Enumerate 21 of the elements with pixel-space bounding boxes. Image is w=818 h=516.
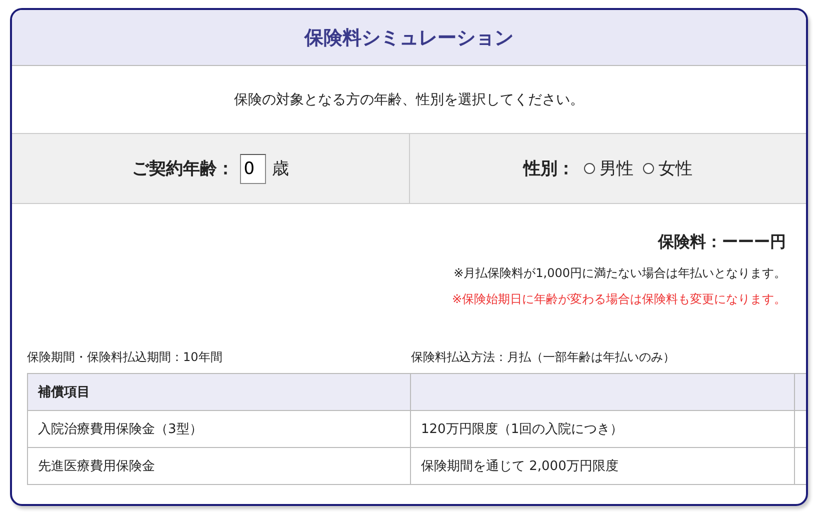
table-cell: 保険期間を通じて 2,000万円限度 <box>410 448 794 484</box>
gender-option[interactable]: 男性 <box>599 157 634 180</box>
age-label: ご契約年齢： <box>132 158 234 180</box>
page-title: 保険料シミュレーション <box>304 26 514 50</box>
info-text: 保険料払込方法：月払（一部年齢は年払いのみ） <box>411 349 675 365</box>
gender-option[interactable]: 女性 <box>658 157 692 180</box>
table-header: 補償項目 <box>28 374 410 410</box>
info-text: 保険期間・保険料払込期間：10年間 <box>27 349 224 365</box>
radio-button[interactable] <box>584 163 596 174</box>
gender-label: 性別： <box>523 158 574 180</box>
instruction-text: 保険の対象となる方の年齢、性別を選択してください。 <box>234 90 584 108</box>
table-cell: 入院治療費用保険金（3型） <box>28 410 410 448</box>
table-cell: 先進医療費用保険金 <box>28 448 410 484</box>
table-cell: 120万円限度（1回の入院につき） <box>410 410 794 448</box>
age-field[interactable]: 0 <box>240 154 266 184</box>
premium-label: 保険料： <box>658 232 722 253</box>
note-text: ※月払保険料が1,000円に満たない場合は年払いとなります。 <box>454 265 786 282</box>
warning-note: ※保険始期日に年齢が変わる場合は保険料も変更になります。 <box>452 291 786 308</box>
age-unit: 歳 <box>272 158 289 180</box>
radio-button[interactable] <box>643 163 654 174</box>
premium-value: ーーー円 <box>722 232 786 253</box>
